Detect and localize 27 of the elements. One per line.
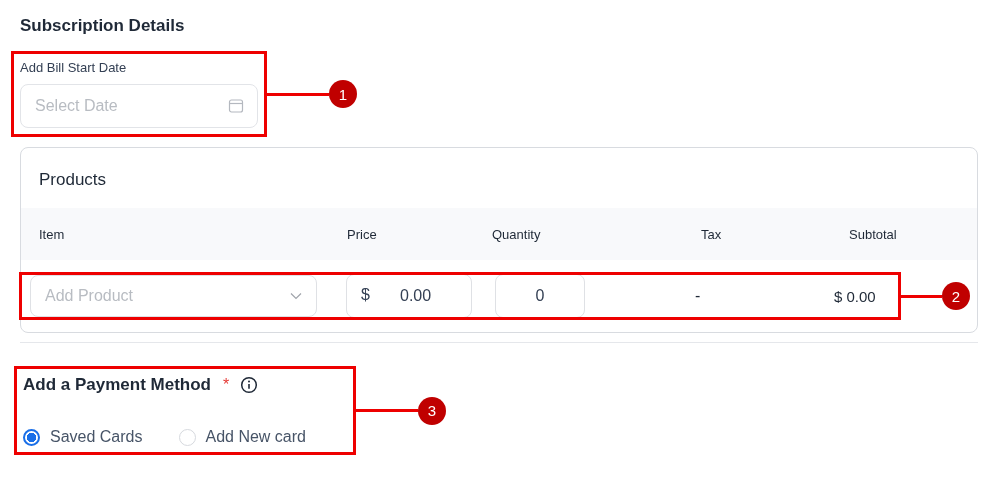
section-title: Add a Payment Method: [23, 375, 211, 395]
leader-line: [356, 409, 418, 412]
radio-option[interactable]: Add New card: [178, 428, 306, 446]
callout-badge: 2: [942, 282, 970, 310]
column-header: Tax: [700, 226, 723, 242]
subtotal-value: $ 0.00: [834, 287, 876, 305]
date-field[interactable]: Select Date: [20, 84, 258, 128]
calendar-icon: [228, 98, 244, 114]
chevron-down-icon: [290, 292, 302, 300]
callout-badge: 1: [329, 80, 357, 108]
quantity-field[interactable]: 0: [495, 274, 585, 318]
column-header: Price: [346, 226, 378, 242]
callout-badge: 3: [418, 396, 446, 425]
leader-line: [901, 294, 942, 298]
info-icon: [240, 376, 259, 394]
leader-line: [267, 92, 329, 96]
card-title: Products: [38, 169, 108, 191]
required-mark: *: [222, 376, 230, 394]
currency-symbol: $: [361, 286, 370, 304]
column-header: Item: [38, 226, 66, 242]
field-label: Add Bill Start Date: [20, 60, 128, 75]
radio-button[interactable]: [23, 428, 40, 446]
section-title: Subscription Details: [20, 16, 186, 36]
radio-option[interactable]: Saved Cards: [23, 428, 143, 446]
column-header: Quantity: [491, 226, 542, 242]
column-header: Subtotal: [848, 226, 898, 242]
tax-value: -: [695, 287, 701, 304]
